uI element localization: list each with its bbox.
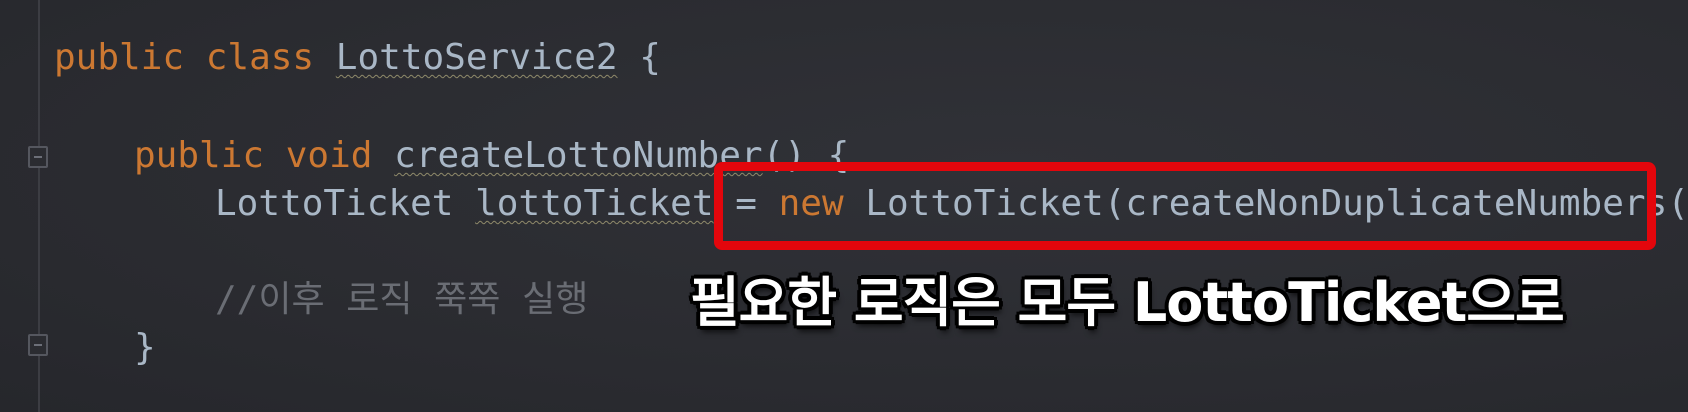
keyword-class: class <box>205 37 315 78</box>
class-name: LottoService2 <box>335 37 618 78</box>
code-line-class-declaration: public class LottoService2 { <box>54 36 661 80</box>
highlight-box <box>714 162 1656 250</box>
code-line-comment: //이후 로직 쭉쭉 실행 <box>215 279 589 320</box>
code-line-close-brace: } <box>134 327 156 368</box>
variable-name: lottoTicket <box>475 183 714 224</box>
keyword-public: public <box>54 37 185 78</box>
code-editor: public class LottoService2 { public void… <box>0 0 1688 412</box>
keyword-public: public <box>134 135 265 176</box>
fold-end-icon[interactable] <box>28 334 48 356</box>
type-name: LottoTicket <box>215 183 454 224</box>
subtitle-caption: 필요한 로직은 모두 LottoTicket으로 <box>690 271 1565 334</box>
fold-collapse-icon[interactable] <box>28 146 48 168</box>
method-name: createLottoNumber <box>394 135 763 176</box>
open-brace: { <box>639 37 661 78</box>
keyword-void: void <box>285 135 373 176</box>
